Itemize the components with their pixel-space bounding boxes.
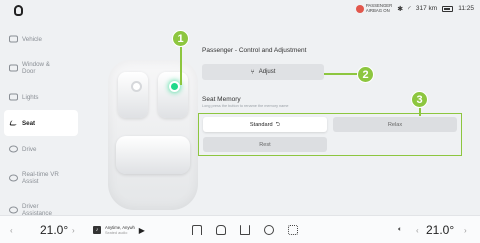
callout-2-leader: [320, 73, 358, 75]
window-icon: [9, 64, 18, 72]
steering-icon: [9, 145, 18, 153]
status-indicators: PASSENGER AIRBAG ON ✱ ◜ 317 km 11:25: [355, 3, 474, 14]
memory-relax-label: Relax: [387, 121, 403, 128]
bluetooth-icon: ✱: [397, 5, 404, 13]
seat-adjust-icon: ⑂: [250, 68, 255, 76]
left-temp-value: 21.0°: [40, 223, 69, 237]
sidebar-item-seat[interactable]: Seat: [4, 110, 78, 136]
volume-icon: 🔈︎: [398, 226, 403, 233]
driver-assist-icon: [9, 206, 18, 214]
driver-seat-marker[interactable]: [131, 81, 142, 92]
play-icon[interactable]: ▶: [139, 226, 145, 235]
chevron-right-icon: ›: [464, 225, 467, 235]
volume-control[interactable]: 🔈︎: [398, 216, 402, 243]
left-temp-up[interactable]: ›: [72, 216, 75, 243]
apps-grid-icon[interactable]: [288, 225, 298, 235]
music-icon: ♪: [93, 226, 101, 234]
right-temp-down[interactable]: ‹: [416, 216, 419, 243]
callout-3: 3: [411, 91, 428, 108]
status-bar: PASSENGER AIRBAG ON ✱ ◜ 317 km 11:25: [0, 0, 480, 22]
media-widget[interactable]: ♪ Anytime, Anywh Seated audio ▶: [93, 216, 145, 243]
home-icon[interactable]: [192, 225, 202, 235]
track-title: Anytime, Anywh: [105, 224, 135, 230]
sidebar-item-label: Lights: [22, 93, 39, 101]
brand-logo-icon: [14, 5, 23, 16]
airbag-icon: [355, 4, 364, 13]
left-temp-down[interactable]: ‹: [10, 216, 13, 243]
sidebar-item-vr-assist[interactable]: Real-time VR Assist: [0, 162, 86, 194]
passenger-seat[interactable]: [158, 72, 188, 118]
vr-icon: [9, 174, 18, 182]
clock: 11:25: [458, 5, 474, 13]
memory-rest-label: Rest: [259, 141, 271, 148]
wifi-icon: ◜: [408, 5, 411, 13]
chevron-left-icon: ‹: [416, 225, 419, 235]
passenger-airbag-status: PASSENGER AIRBAG ON: [355, 3, 392, 14]
chevron-right-icon: ›: [72, 225, 75, 235]
battery-icon: [442, 5, 454, 12]
seat-memory-options: Standard ⮌ Relax Rest: [198, 113, 462, 156]
bottom-dock: ‹ 21.0° › ♪ Anytime, Anywh Seated audio …: [0, 215, 480, 243]
memory-rest-button[interactable]: Rest: [203, 137, 327, 152]
airbag-line2: AIRBAG ON: [365, 7, 390, 13]
callout-2: 2: [357, 66, 374, 83]
adjust-button[interactable]: ⑂ Adjust: [202, 64, 324, 80]
right-temp-value: 21.0°: [426, 223, 455, 237]
seat-memory-hint: Long press the button to rename the memo…: [202, 104, 289, 108]
seat-settings-screen: PASSENGER AIRBAG ON ✱ ◜ 317 km 11:25 Veh…: [0, 0, 480, 243]
track-subtitle: Seated audio: [105, 230, 128, 235]
rear-seat: [116, 136, 190, 174]
sidebar-item-label: Drive: [22, 145, 37, 153]
right-temperature[interactable]: 21.0°: [426, 216, 454, 243]
seat-memory-title: Seat Memory: [202, 96, 241, 103]
sidebar-item-drive[interactable]: Drive: [0, 136, 86, 162]
left-temperature[interactable]: 21.0°: [40, 216, 68, 243]
memory-relax-button[interactable]: Relax: [333, 117, 457, 132]
lights-icon: [9, 93, 18, 101]
adjust-label: Adjust: [258, 69, 276, 75]
memory-standard-label: Standard: [249, 121, 273, 128]
camera-360-icon[interactable]: [264, 225, 274, 235]
driver-seat[interactable]: [118, 72, 148, 118]
settings-sidebar: Vehicle Window & Door Lights Seat Drive …: [0, 26, 86, 226]
sidebar-item-vehicle[interactable]: Vehicle: [0, 26, 86, 52]
passenger-seat-selected-marker[interactable]: [169, 81, 180, 92]
seat-icon: [9, 120, 18, 126]
music-app-icon[interactable]: [240, 225, 250, 235]
sidebar-item-label: Seat: [22, 119, 36, 127]
sidebar-item-label: Real-time VR Assist: [22, 171, 59, 185]
control-section-title: Passenger - Control and Adjustment: [202, 47, 307, 54]
sidebar-item-window-door[interactable]: Window & Door: [0, 52, 86, 84]
sidebar-item-label: Window & Door: [22, 61, 50, 75]
sidebar-item-lights[interactable]: Lights: [0, 84, 86, 110]
car-icon: [9, 35, 18, 43]
right-temp-up[interactable]: ›: [464, 216, 467, 243]
memory-standard-button[interactable]: Standard ⮌: [203, 117, 327, 132]
chevron-left-icon: ‹: [10, 225, 13, 235]
callout-1-leader: [180, 47, 182, 85]
restore-icon: ⮌: [275, 121, 281, 128]
callout-1: 1: [172, 30, 189, 47]
sidebar-item-label: Vehicle: [22, 35, 42, 43]
car-seat-illustration: [104, 52, 202, 212]
range-value: 317 km: [415, 5, 438, 13]
car-control-icon[interactable]: [216, 225, 226, 235]
